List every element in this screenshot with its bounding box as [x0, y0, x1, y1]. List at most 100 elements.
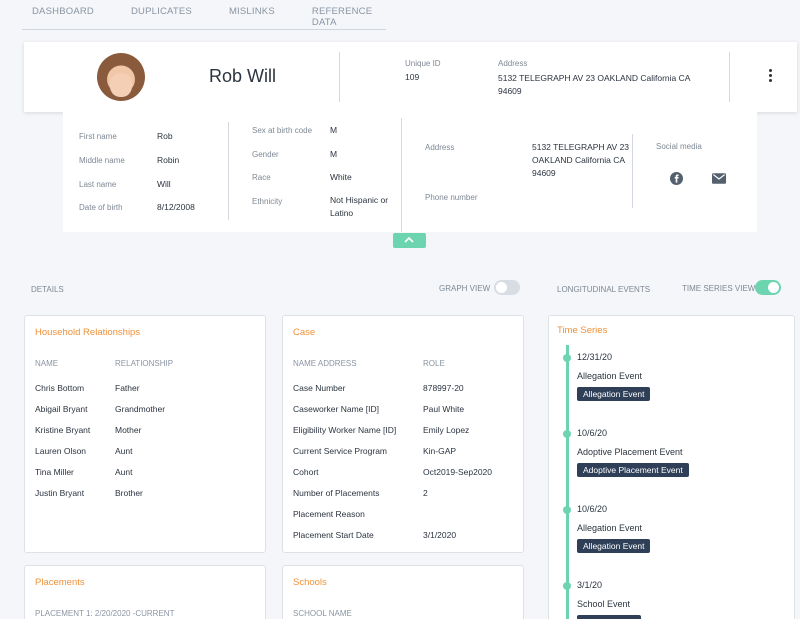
timeline-line [566, 345, 569, 619]
dob-value: 8/12/2008 [157, 202, 195, 212]
event-title: Allegation Event [577, 523, 643, 533]
top-nav: DASHBOARD DUPLICATES MISLINKS REFERENCE … [22, 0, 386, 30]
case-field-value: 878997-20 [423, 383, 464, 393]
first-name-label: First name [79, 132, 117, 141]
household-member-relationship: Aunt [115, 446, 133, 456]
event-badge[interactable]: Allegation Event [577, 387, 651, 401]
social-media-label: Social media [656, 142, 702, 151]
household-member-name: Tina Miller [35, 467, 74, 477]
divider [228, 122, 229, 220]
case-field-label: Number of Placements [293, 488, 380, 498]
event-date: 3/1/20 [577, 580, 603, 590]
facebook-icon[interactable] [670, 172, 683, 185]
mail-icon[interactable] [712, 173, 726, 184]
panel-title: Case [293, 327, 316, 338]
household-member-name: Chris Bottom [35, 383, 85, 393]
case-field-value: Paul White [423, 404, 465, 414]
placements-panel: Placements PLACEMENT 1: 2/20/2020 -CURRE… [24, 565, 266, 619]
divider [339, 52, 340, 102]
event-badge[interactable] [577, 615, 641, 619]
case-field-label: Caseworker Name [ID] [293, 404, 379, 414]
column-header-name-address: NAME ADDRESS [293, 359, 357, 368]
event-title: Adoptive Placement Event [577, 447, 683, 457]
address-value: 5132 TELEGRAPH AV 23 OAKLAND California … [498, 73, 691, 96]
chevron-up-icon [404, 236, 414, 243]
column-header-name: NAME [35, 359, 59, 368]
case-panel: Case NAME ADDRESS ROLE Case Number 878997… [282, 315, 524, 553]
gender-label: Gender [252, 150, 279, 159]
case-field-value: 3/1/2020 [423, 530, 457, 540]
unique-id-value: 109 [405, 72, 420, 82]
event-date: 12/31/20 [577, 352, 613, 362]
case-field-value: 2 [423, 488, 428, 498]
ethnicity-label: Ethnicity [252, 197, 283, 206]
column-header-role: ROLE [423, 359, 445, 368]
case-field-value: Kin-GAP [423, 446, 457, 456]
household-member-name: Abigail Bryant [35, 404, 88, 414]
panel-title: Time Series [557, 325, 608, 336]
address-label: Address [425, 143, 455, 152]
person-name: Rob Will [209, 66, 277, 86]
more-options-icon[interactable] [769, 69, 773, 84]
panel-title: Household Relationships [35, 327, 141, 338]
address-value: 5132 TELEGRAPH AV 23 OAKLAND California … [532, 142, 630, 178]
event-title: Allegation Event [577, 371, 643, 381]
event-date: 10/6/20 [577, 504, 608, 514]
household-member-relationship: Grandmother [115, 404, 166, 414]
race-label: Race [252, 173, 271, 182]
address-label: Address [498, 59, 528, 68]
event-title: School Event [577, 599, 631, 609]
tab-duplicates[interactable]: DUPLICATES [131, 0, 192, 29]
phone-label: Phone number [425, 193, 478, 202]
timeline-dot [563, 582, 571, 590]
panel-title: Placements [35, 577, 85, 588]
timeline-dot [563, 354, 571, 362]
sex-label: Sex at birth code [252, 126, 313, 135]
tab-dashboard[interactable]: DASHBOARD [32, 0, 94, 29]
tab-mislinks[interactable]: MISLINKS [229, 0, 275, 29]
timeline-dot [563, 430, 571, 438]
household-member-relationship: Mother [115, 425, 142, 435]
divider [729, 52, 730, 102]
event-badge[interactable]: Adoptive Placement Event [577, 463, 689, 477]
divider [401, 118, 402, 232]
gender-value: M [330, 149, 338, 159]
ethnicity-value: Not Hispanic or Latino [330, 195, 389, 218]
event-badge[interactable]: Allegation Event [577, 539, 651, 553]
case-field-label: Cohort [293, 467, 319, 477]
tab-reference-data[interactable]: REFERENCE DATA [312, 0, 372, 29]
race-value: White [330, 172, 352, 182]
last-name-label: Last name [79, 180, 117, 189]
household-member-name: Kristine Bryant [35, 425, 91, 435]
dob-label: Date of birth [79, 203, 123, 212]
details-section-label: DETAILS [31, 285, 64, 294]
collapse-details-button[interactable] [393, 233, 426, 248]
event-date: 10/6/20 [577, 428, 608, 438]
column-header-relationship: RELATIONSHIP [115, 359, 174, 368]
case-field-label: Placement Start Date [293, 530, 374, 540]
case-field-label: Current Service Program [293, 446, 388, 456]
graph-view-toggle[interactable] [494, 280, 520, 295]
timeline-dot [563, 506, 571, 514]
time-series-view-label: TIME SERIES VIEW [682, 284, 756, 293]
unique-id-label: Unique ID [405, 59, 441, 68]
last-name-value: Will [157, 179, 171, 189]
graph-view-label: GRAPH VIEW [439, 284, 491, 293]
middle-name-label: Middle name [79, 156, 125, 165]
placement-item[interactable]: PLACEMENT 1: 2/20/2020 -CURRENT [35, 609, 174, 618]
case-field-label: Eligibility Worker Name [ID] [293, 425, 397, 435]
case-field-value: Oct2019-Sep2020 [423, 467, 492, 477]
avatar [97, 53, 145, 101]
household-member-relationship: Aunt [115, 467, 133, 477]
profile-card: Rob Will Unique ID 109 Address 5132 TELE… [24, 42, 797, 112]
case-field-label: Placement Reason [293, 509, 365, 519]
middle-name-value: Robin [157, 155, 180, 165]
schools-panel: Schools SCHOOL NAME [282, 565, 524, 619]
sex-value: M [330, 125, 338, 135]
divider [632, 134, 633, 208]
details-card: First name Rob Middle name Robin Last na… [63, 112, 757, 232]
household-member-relationship: Father [115, 383, 140, 393]
first-name-value: Rob [157, 131, 173, 141]
case-field-value: Emily Lopez [423, 425, 470, 435]
time-series-view-toggle[interactable] [755, 280, 781, 295]
